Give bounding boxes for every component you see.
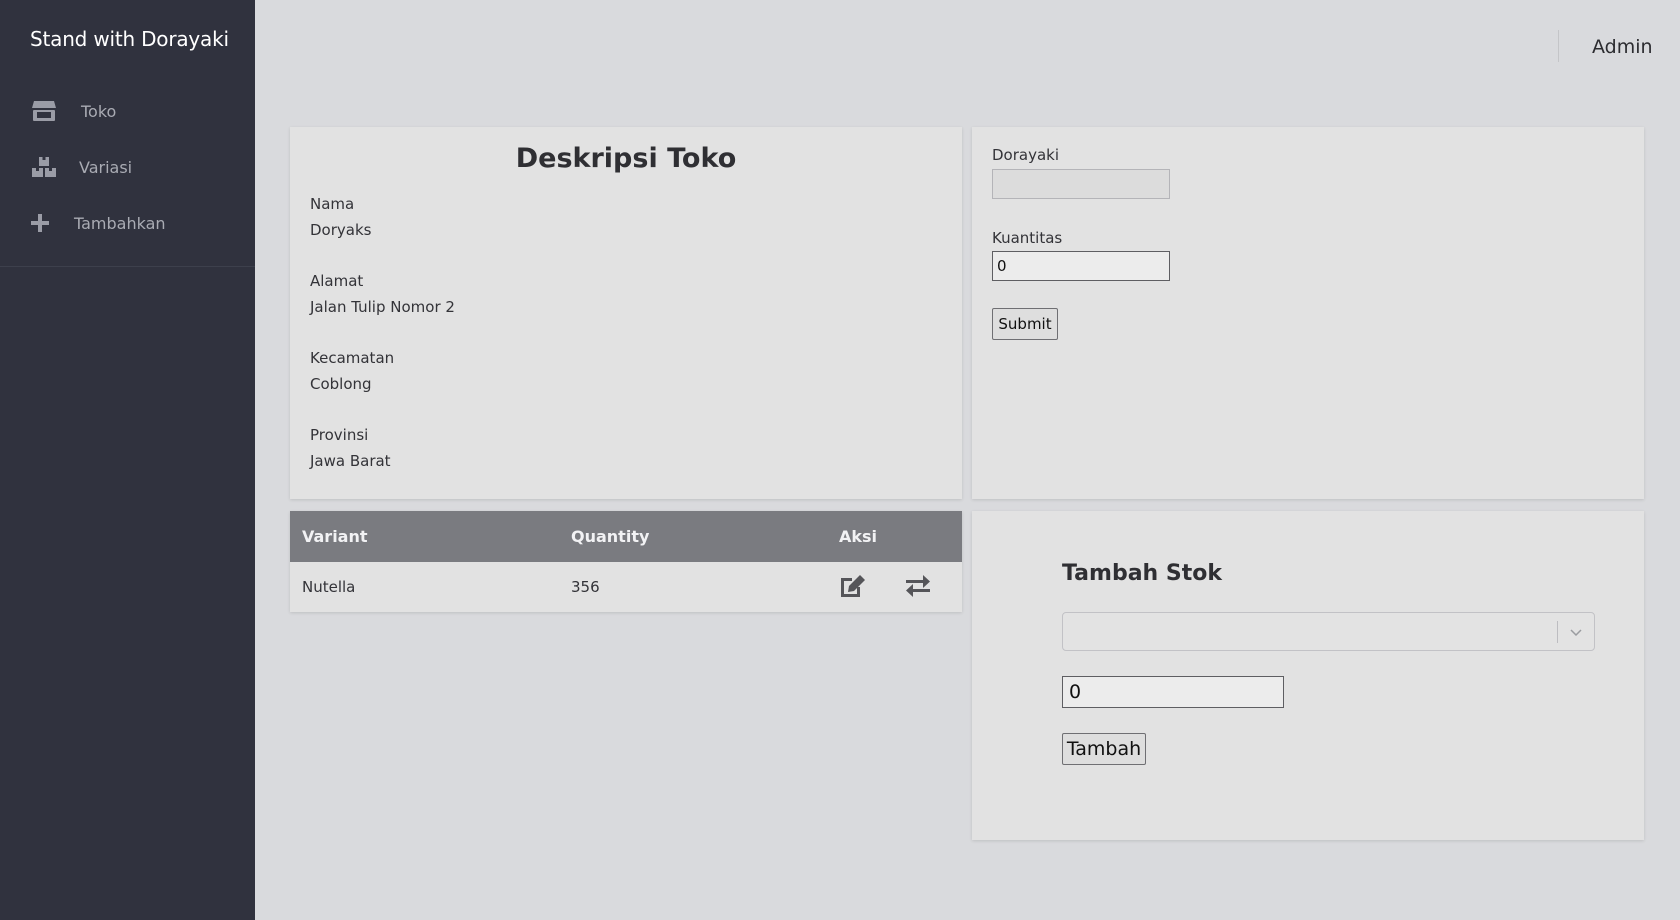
select-separator (1557, 621, 1558, 643)
edit-icon[interactable] (838, 573, 868, 603)
kuantitas-field[interactable] (992, 251, 1170, 281)
sidebar-divider (0, 266, 255, 267)
sidebar-item-label: Toko (81, 101, 117, 121)
sidebar-item-label: Variasi (79, 157, 133, 177)
sidebar-item-tambahkan[interactable]: Tambahkan (0, 200, 255, 246)
field-label-alamat: Alamat (310, 272, 364, 290)
field-value-kecamatan: Coblong (310, 375, 372, 393)
variant-table: Variant Quantity Aksi Nutella 356 (290, 511, 962, 612)
card-title: Tambah Stok (1062, 561, 1222, 586)
user-menu[interactable]: Admin (1592, 36, 1653, 58)
dorayaki-field[interactable] (992, 169, 1170, 199)
chevron-down-icon (1568, 624, 1584, 644)
tambah-button[interactable]: Tambah (1062, 733, 1146, 765)
add-stock-card: Tambah Stok Tambah (972, 511, 1644, 840)
cell-variant: Nutella (302, 578, 356, 596)
field-value-alamat: Jalan Tulip Nomor 2 (310, 298, 455, 316)
column-header-quantity: Quantity (571, 527, 650, 546)
field-value-provinsi: Jawa Barat (310, 452, 391, 470)
column-header-aksi: Aksi (839, 527, 878, 546)
sidebar: Stand with Dorayaki Toko Variasi Tambahk… (0, 0, 255, 920)
sidebar-item-toko[interactable]: Toko (0, 88, 255, 134)
field-label-nama: Nama (310, 195, 355, 213)
sidebar-item-variasi[interactable]: Variasi (0, 144, 255, 190)
brand-title: Stand with Dorayaki (30, 27, 229, 51)
plus-icon (27, 210, 53, 236)
field-label-provinsi: Provinsi (310, 426, 369, 444)
submit-button[interactable]: Submit (992, 308, 1058, 340)
dorayaki-label: Dorayaki (992, 146, 1060, 164)
transfer-icon[interactable] (904, 575, 932, 601)
field-label-kecamatan: Kecamatan (310, 349, 395, 367)
header-divider (1558, 30, 1559, 62)
stock-form-card: Dorayaki Kuantitas Submit (972, 127, 1644, 499)
card-title: Deskripsi Toko (515, 143, 737, 174)
column-header-variant: Variant (302, 527, 368, 546)
store-description-card: Deskripsi Toko Nama Doryaks Alamat Jalan… (290, 127, 962, 499)
store-icon (31, 98, 57, 124)
table-header: Variant Quantity Aksi (290, 511, 962, 562)
stock-quantity-field[interactable] (1062, 676, 1284, 708)
field-value-nama: Doryaks (310, 221, 372, 239)
boxes-icon (31, 154, 57, 180)
kuantitas-label: Kuantitas (992, 229, 1063, 247)
variant-select[interactable] (1062, 612, 1595, 651)
cell-quantity: 356 (571, 578, 600, 596)
sidebar-item-label: Tambahkan (74, 213, 166, 233)
